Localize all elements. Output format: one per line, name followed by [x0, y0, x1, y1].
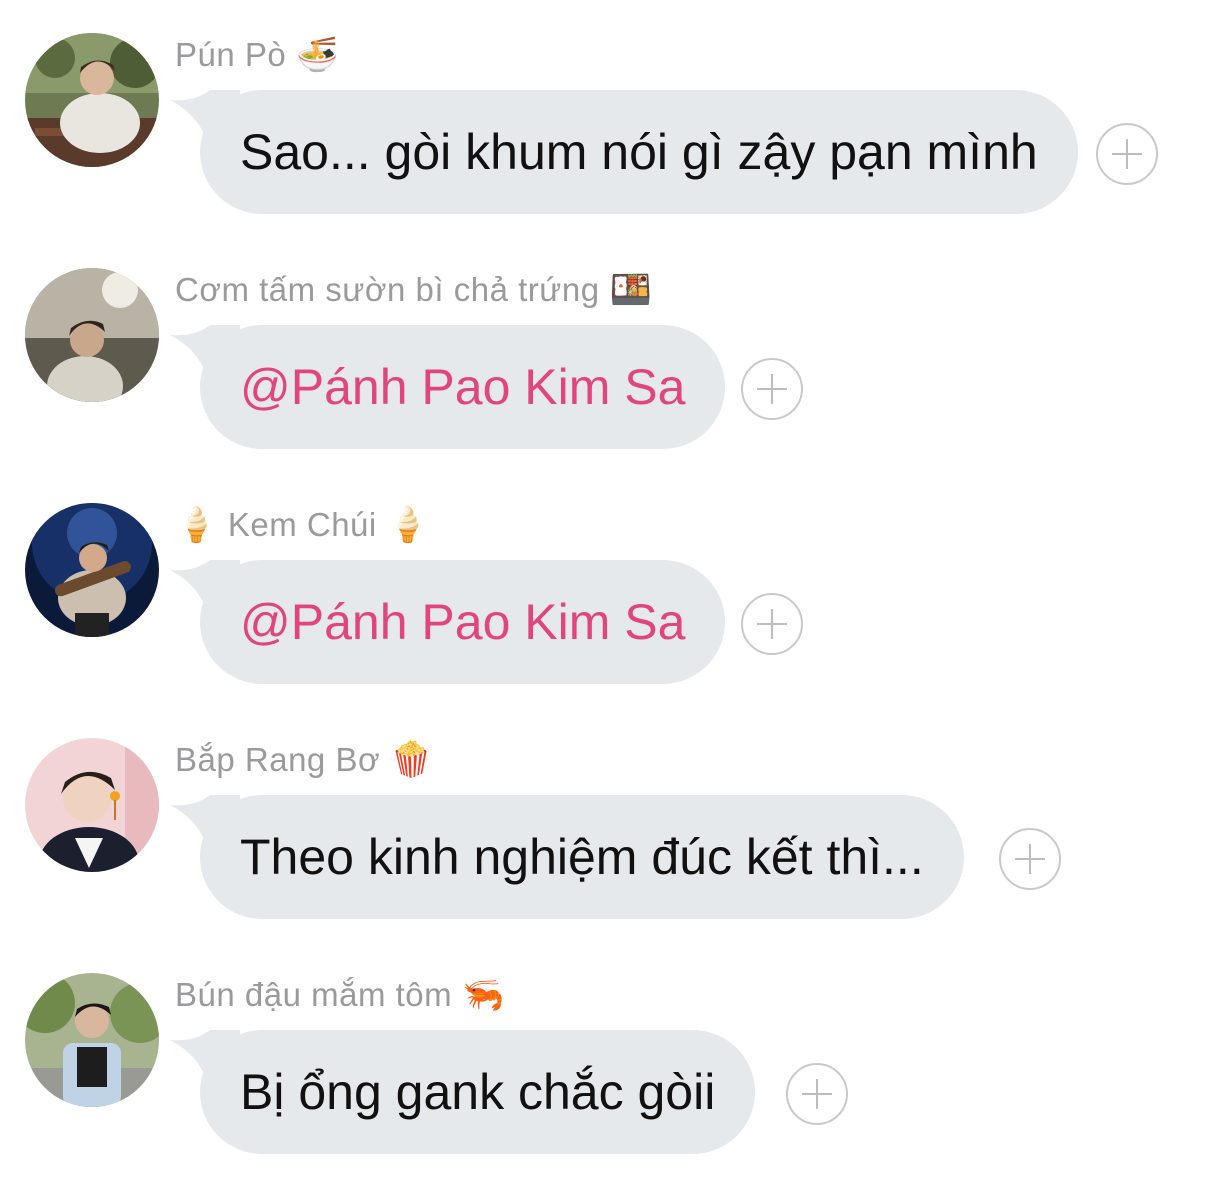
- message-row: 🍦 Kem Chúi 🍦 @Pánh Pao Kim Sa: [0, 503, 1205, 703]
- sender-label: Pún Pò: [175, 36, 287, 73]
- noodle-emoji-icon: 🍜: [296, 36, 340, 74]
- add-reaction-icon[interactable]: [786, 1063, 848, 1125]
- add-reaction-icon[interactable]: [1096, 123, 1158, 185]
- avatar[interactable]: [25, 268, 159, 402]
- sender-label: Cơm tấm sườn bì chả trứng: [175, 271, 600, 308]
- message-bubble-wrap: Sao... gòi khum nói gì zậy pạn mình: [170, 90, 1078, 214]
- sender-label: Bắp Rang Bơ: [175, 741, 381, 778]
- add-reaction-icon[interactable]: [741, 358, 803, 420]
- sender-name: Cơm tấm sườn bì chả trứng 🍱: [175, 270, 652, 310]
- message-row: Bắp Rang Bơ 🍿 Theo kinh nghiệm đúc kết t…: [0, 738, 1205, 938]
- sender-label: Kem Chúi: [227, 506, 377, 543]
- shrimp-emoji-icon: 🦐: [462, 976, 505, 1014]
- sender-name: Pún Pò 🍜: [175, 35, 339, 75]
- message-row: Cơm tấm sườn bì chả trứng 🍱 @Pánh Pao Ki…: [0, 268, 1205, 468]
- avatar[interactable]: [25, 973, 159, 1107]
- sender-label: Bún đậu mắm tôm: [175, 976, 453, 1013]
- ice-cream-emoji-icon: 🍦: [386, 506, 430, 544]
- message-row: Pún Pò 🍜 Sao... gòi khum nói gì zậy pạn …: [0, 33, 1205, 233]
- sender-name: Bắp Rang Bơ 🍿: [175, 740, 433, 780]
- mention-bubble[interactable]: @Pánh Pao Kim Sa: [200, 560, 726, 684]
- message-bubble[interactable]: Bị ổng gank chắc gòii: [200, 1030, 756, 1154]
- add-reaction-icon[interactable]: [999, 828, 1061, 890]
- bento-emoji-icon: 🍱: [609, 271, 653, 309]
- message-bubble-wrap: @Pánh Pao Kim Sa: [170, 560, 726, 684]
- message-bubble-wrap: Theo kinh nghiệm đúc kết thì...: [170, 795, 964, 919]
- popcorn-emoji-icon: 🍿: [390, 741, 433, 779]
- sender-name: 🍦 Kem Chúi 🍦: [175, 505, 430, 545]
- message-row: Bún đậu mắm tôm 🦐 Bị ổng gank chắc gòii: [0, 973, 1205, 1173]
- avatar[interactable]: [25, 33, 159, 167]
- ice-cream-emoji-icon: 🍦: [175, 506, 218, 544]
- avatar[interactable]: [25, 503, 159, 637]
- avatar[interactable]: [25, 738, 159, 872]
- sender-name: Bún đậu mắm tôm 🦐: [175, 975, 505, 1015]
- message-bubble[interactable]: Sao... gòi khum nói gì zậy pạn mình: [200, 90, 1078, 214]
- add-reaction-icon[interactable]: [741, 593, 803, 655]
- message-bubble[interactable]: Theo kinh nghiệm đúc kết thì...: [200, 795, 964, 919]
- message-bubble-wrap: @Pánh Pao Kim Sa: [170, 325, 726, 449]
- message-bubble-wrap: Bị ổng gank chắc gòii: [170, 1030, 756, 1154]
- mention-bubble[interactable]: @Pánh Pao Kim Sa: [200, 325, 726, 449]
